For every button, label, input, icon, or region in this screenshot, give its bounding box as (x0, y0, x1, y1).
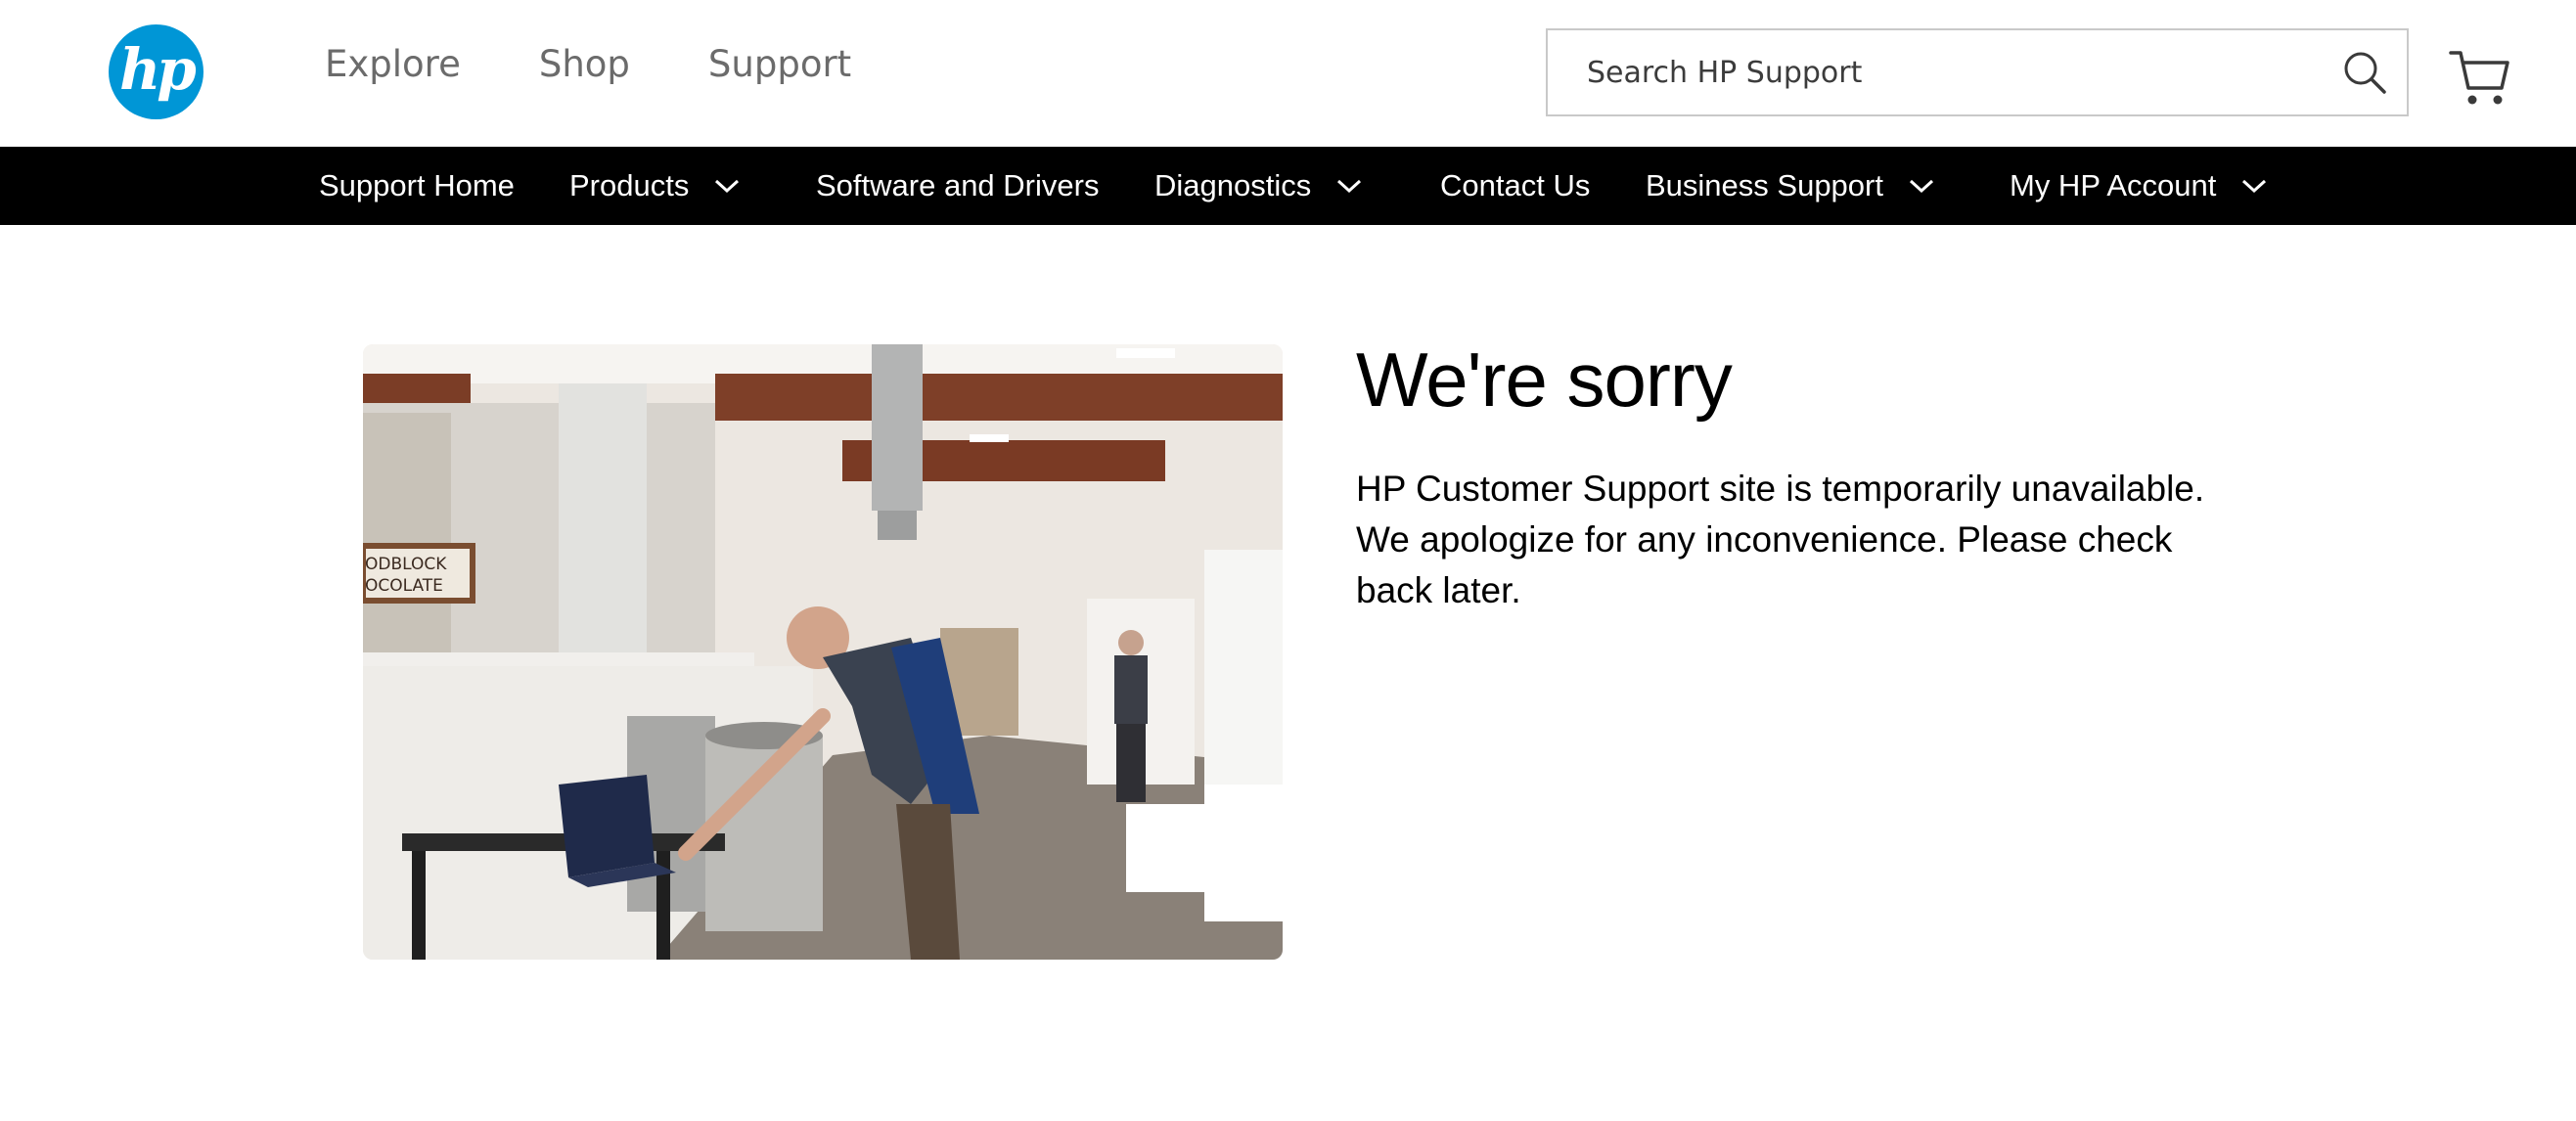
subnav-label: My HP Account (2010, 168, 2217, 202)
search-input[interactable] (1548, 30, 2330, 114)
subnav-label: Business Support (1646, 168, 1883, 202)
workshop-photo: ODBLOCK OCOLATE (363, 344, 1283, 960)
subnav-business-support[interactable]: Business Support (1646, 147, 1934, 225)
subnav-diagnostics[interactable]: Diagnostics (1154, 147, 1362, 225)
subnav-label: Diagnostics (1154, 168, 1312, 202)
subnav-contact-us[interactable]: Contact Us (1440, 147, 1590, 225)
site-header: hp Explore Shop Support (0, 0, 2576, 147)
search-icon[interactable] (2342, 50, 2387, 95)
chevron-down-icon (715, 179, 740, 194)
hp-logo[interactable]: hp (109, 24, 203, 119)
subnav-my-hp-account[interactable]: My HP Account (2010, 147, 2267, 225)
chevron-down-icon (1909, 179, 1933, 194)
search-box (1546, 28, 2409, 116)
nav-explore[interactable]: Explore (325, 43, 461, 85)
hp-logo-text: hp (119, 36, 197, 103)
subnav-label: Software and Drivers (816, 168, 1100, 202)
primary-nav: Explore Shop Support (325, 43, 851, 85)
hero-image: ODBLOCK OCOLATE (363, 344, 1283, 960)
subnav-support-home[interactable]: Support Home (319, 147, 515, 225)
page-title: We're sorry (1356, 336, 1733, 423)
nav-support[interactable]: Support (708, 43, 851, 85)
support-subnav: Support Home Products Software and Drive… (0, 147, 2576, 225)
cart-icon[interactable] (2449, 49, 2509, 108)
subnav-label: Support Home (319, 168, 515, 202)
chevron-down-icon (1337, 179, 1362, 194)
sign-line-1: ODBLOCK (365, 555, 447, 574)
subnav-products[interactable]: Products (569, 147, 740, 225)
nav-shop[interactable]: Shop (539, 43, 630, 85)
subnav-label: Products (569, 168, 690, 202)
sign-line-2: OCOLATE (365, 576, 443, 596)
chevron-down-icon (2242, 179, 2267, 194)
error-message: HP Customer Support site is temporarily … (1356, 469, 2205, 610)
subnav-label: Contact Us (1440, 168, 1591, 202)
subnav-software-drivers[interactable]: Software and Drivers (816, 147, 1099, 225)
